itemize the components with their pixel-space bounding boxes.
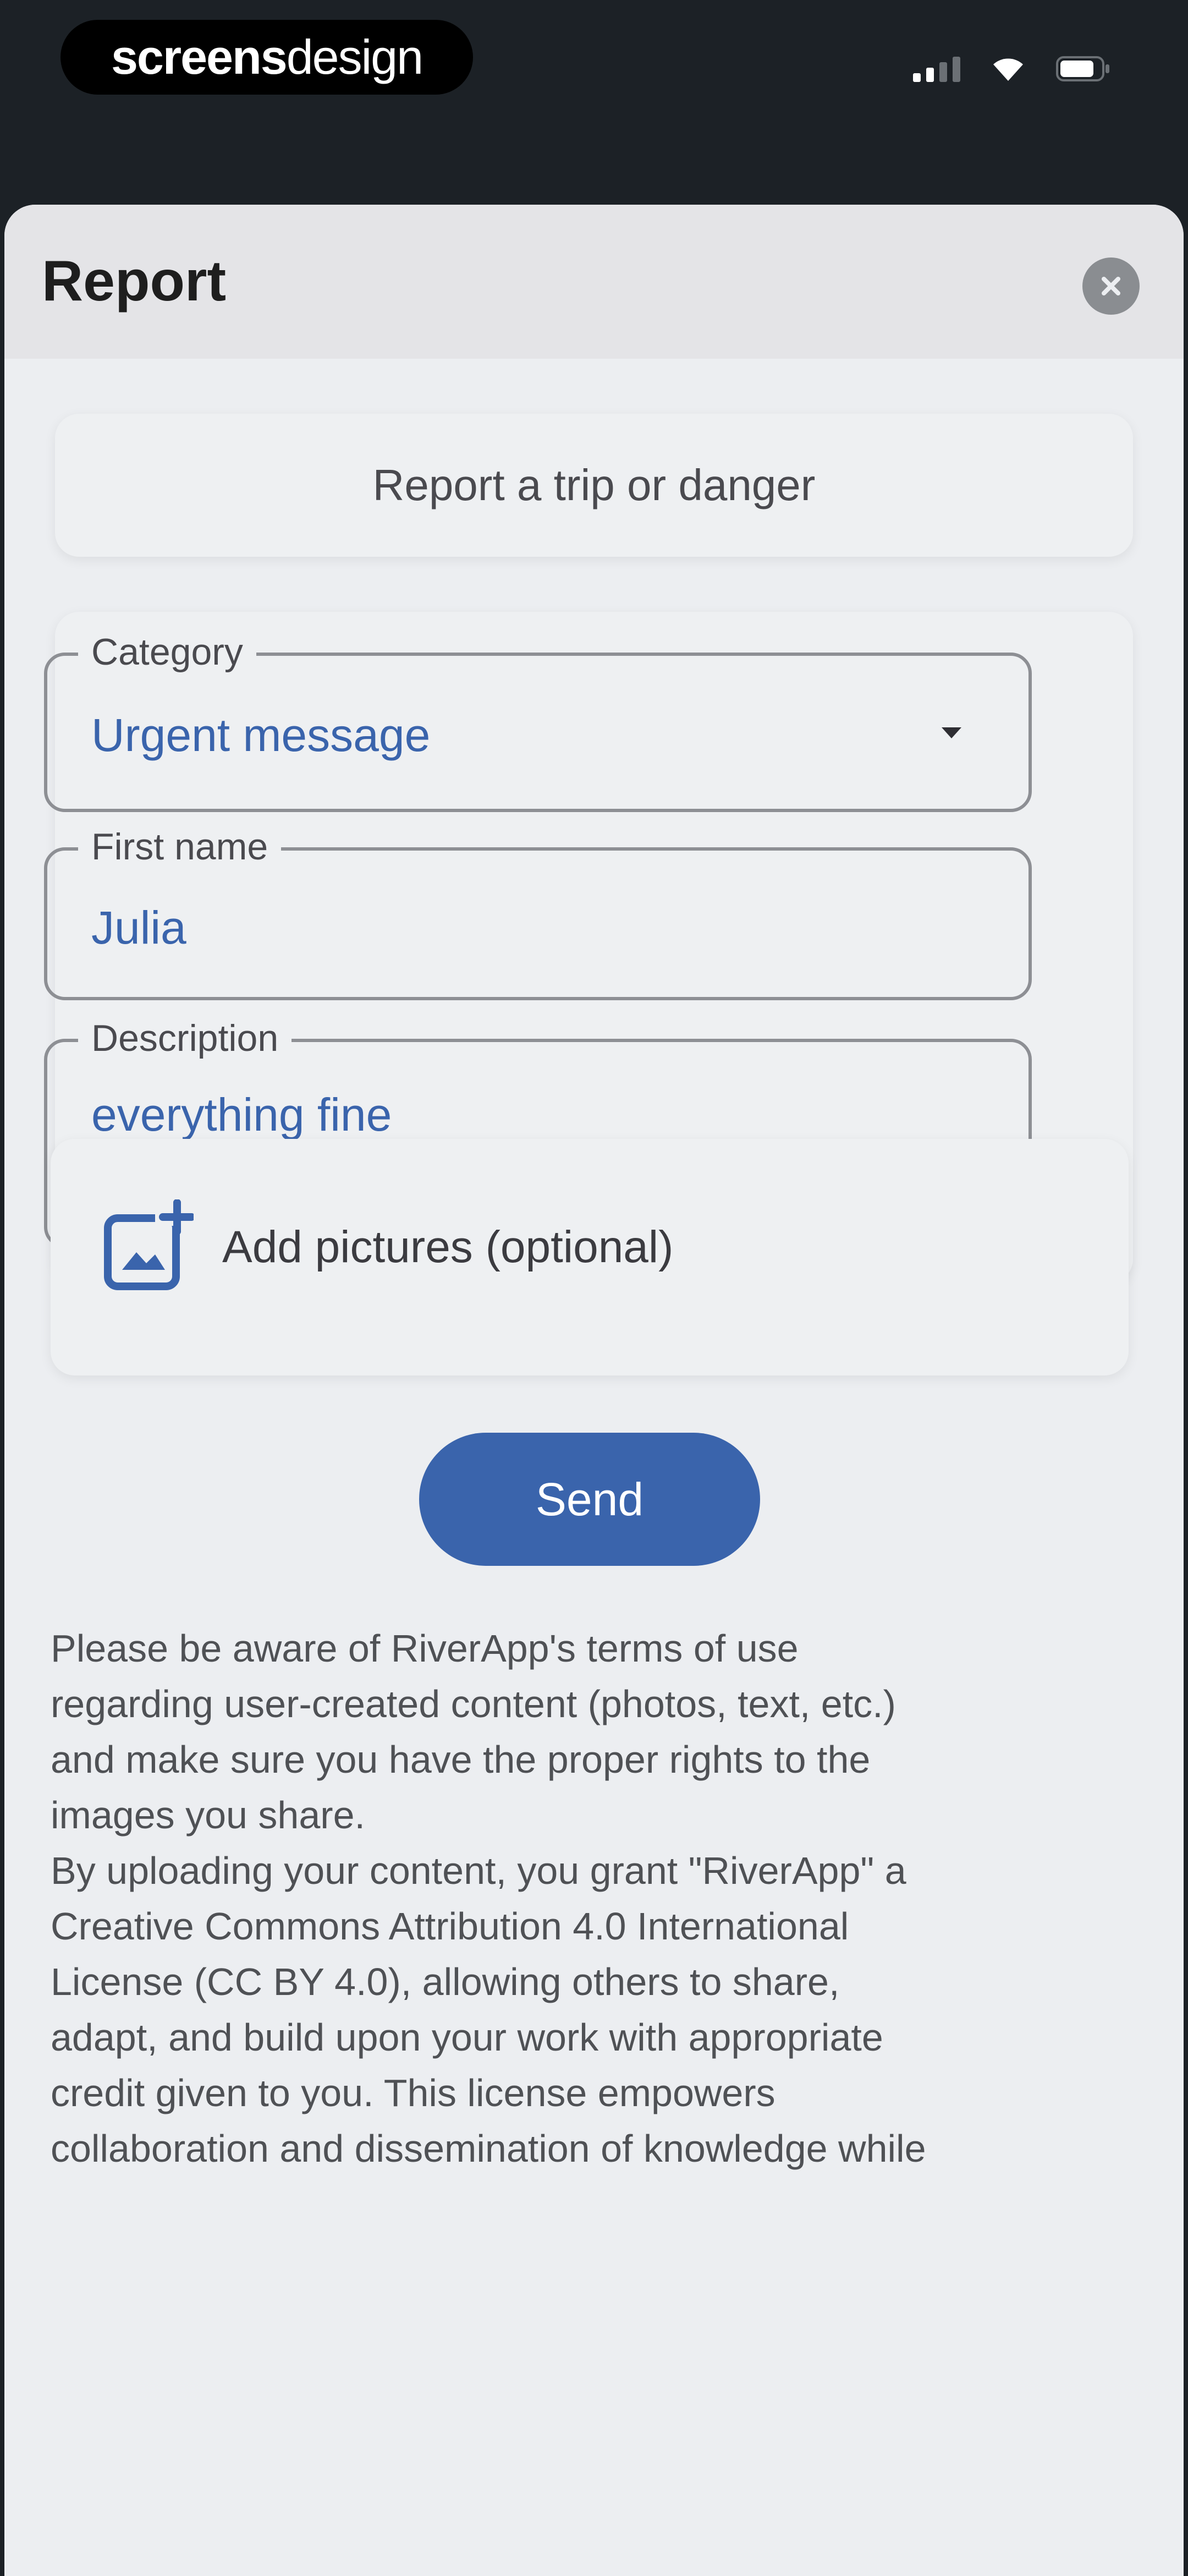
terms-notice: Please be aware of RiverApp's terms of u… [51,1621,1145,2193]
terms-line: Creative Commons Attribution 4.0 Interna… [51,1905,849,1948]
report-trip-label: Report a trip or danger [372,461,816,509]
category-label: Category [78,627,256,677]
brand-logo: screens design [61,20,473,95]
terms-line: License (CC BY 4.0), allowing others to … [51,1960,840,2003]
description-label: Description [78,1013,292,1063]
dropdown-arrow-icon [942,727,961,738]
battery-icon [1056,55,1111,83]
first-name-value: Julia [91,902,186,953]
terms-line: By uploading your content, you grant "Ri… [51,1849,906,1892]
close-button[interactable] [1082,257,1140,315]
description-value: everything fine [91,1089,392,1141]
terms-line: regarding user-created content (photos, … [51,1682,896,1725]
brand-logo-light: design [286,30,424,84]
terms-line: credit given to you. This license empowe… [51,2071,776,2114]
status-icons [913,50,1111,88]
terms-line: and make sure you have the proper rights… [51,1738,871,1781]
first-name-label: First name [78,822,282,872]
terms-line: adapt, and build upon your work with app… [51,2016,883,2059]
sheet-header: Report [4,205,1184,359]
sheet-title: Report [42,249,227,313]
category-value: Urgent message [91,709,431,761]
add-photo-icon [104,1199,194,1290]
terms-line: images you share. [51,1794,365,1837]
terms-line: Please be aware of RiverApp's terms of u… [51,1627,799,1670]
brand-logo-bold: screens [111,30,288,84]
add-pictures-label: Add pictures (optional) [222,1222,674,1272]
status-bar: screens design [0,0,1188,204]
report-sheet: Report Report a trip or danger [4,205,1184,2576]
wifi-icon [991,56,1025,82]
signal-icon [913,56,960,82]
close-icon [1102,277,1120,295]
first-name-field[interactable]: First name Julia [44,822,1032,1000]
terms-line: collaboration and dissemination of knowl… [51,2127,926,2170]
category-select[interactable]: Category Urgent message [44,627,1032,812]
report-trip-button[interactable]: Report a trip or danger [55,414,1133,557]
send-button[interactable]: Send [419,1433,760,1566]
add-pictures-button[interactable]: Add pictures (optional) [51,1139,1129,1375]
